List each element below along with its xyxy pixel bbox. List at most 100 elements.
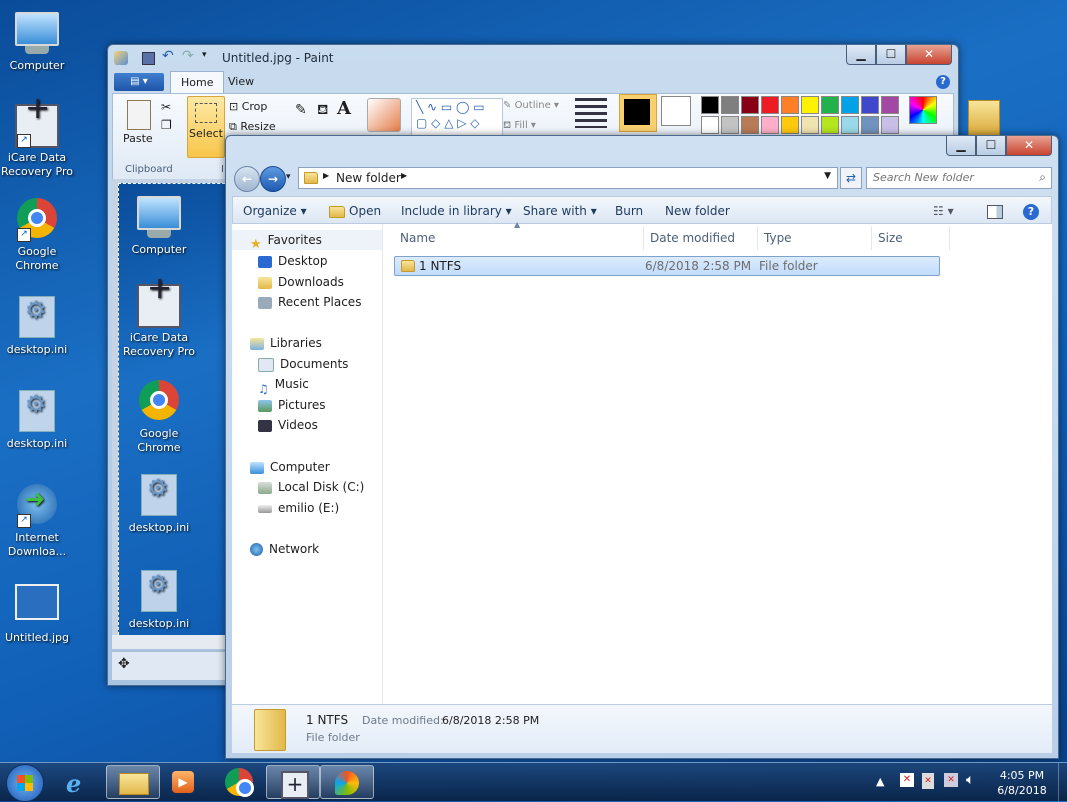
- color-swatch[interactable]: [721, 116, 739, 134]
- desktop-icon-ini-2[interactable]: desktop.ini: [0, 390, 74, 451]
- size-icon[interactable]: [575, 98, 607, 128]
- edit-colors-button[interactable]: [909, 96, 937, 124]
- recent-pages-dropdown-icon[interactable]: ▾: [286, 172, 291, 182]
- nav-pictures[interactable]: Pictures: [258, 395, 326, 415]
- nav-computer[interactable]: Computer: [250, 457, 330, 477]
- nav-emilio-drive[interactable]: emilio (E:): [258, 498, 339, 518]
- help-icon[interactable]: ?: [1023, 197, 1039, 225]
- desktop-icon-icare[interactable]: ↗ iCare Data Recovery Pro: [0, 102, 74, 179]
- desktop-icon-jpg[interactable]: Untitled.jpg: [0, 580, 74, 645]
- color-swatch[interactable]: [861, 116, 879, 134]
- maximize-button[interactable]: ☐: [876, 45, 906, 65]
- taskbar-media-player[interactable]: ▶: [158, 765, 212, 799]
- navigation-pane[interactable]: ★ Favorites Desktop Downloads Recent Plac…: [232, 224, 383, 704]
- help-icon[interactable]: ?: [936, 75, 950, 89]
- network-status-icon[interactable]: ✕: [944, 773, 958, 787]
- minimize-button[interactable]: ▁: [946, 136, 976, 156]
- color-swatch[interactable]: [841, 116, 859, 134]
- show-desktop-button[interactable]: [1058, 763, 1067, 801]
- taskbar-explorer[interactable]: [106, 765, 160, 799]
- color1-button[interactable]: [619, 94, 657, 132]
- paint-menu-button[interactable]: ▤ ▾: [114, 73, 164, 91]
- address-text[interactable]: New folder: [336, 171, 401, 185]
- taskbar-chrome[interactable]: [212, 765, 266, 799]
- organize-button[interactable]: Organize ▾: [243, 197, 307, 225]
- text-tool-icon[interactable]: A: [337, 98, 351, 119]
- taskbar-internet-explorer[interactable]: e: [52, 765, 106, 799]
- color-swatch[interactable]: [881, 116, 899, 134]
- fill-dropdown[interactable]: ⛾ Fill ▾: [503, 120, 536, 133]
- include-in-library-button[interactable]: Include in library ▾: [401, 197, 512, 225]
- pencil-icon[interactable]: ✎: [295, 102, 307, 118]
- nav-documents[interactable]: Documents: [258, 354, 348, 374]
- column-header-date[interactable]: Date modified: [644, 226, 758, 250]
- nav-favorites[interactable]: ★ Favorites: [250, 230, 322, 252]
- outline-dropdown[interactable]: ✎ Outline ▾: [503, 100, 559, 111]
- volume-icon[interactable]: 🔈︎: [966, 772, 974, 788]
- color-swatch[interactable]: [701, 116, 719, 134]
- refresh-button[interactable]: ⇄: [840, 167, 862, 189]
- nav-local-disk[interactable]: Local Disk (C:): [258, 477, 364, 497]
- show-hidden-icons-button[interactable]: ▲: [876, 775, 884, 788]
- column-header-type[interactable]: Type: [758, 226, 872, 250]
- new-folder-button[interactable]: New folder: [665, 197, 730, 225]
- color-swatch[interactable]: [761, 116, 779, 134]
- color-swatch[interactable]: [721, 96, 739, 114]
- select-button[interactable]: Select: [187, 96, 225, 158]
- forward-button[interactable]: →: [260, 166, 286, 192]
- start-button[interactable]: [6, 764, 44, 802]
- color-swatch[interactable]: [861, 96, 879, 114]
- color2-button[interactable]: [661, 96, 691, 126]
- nav-downloads[interactable]: Downloads: [258, 272, 344, 292]
- fill-bucket-icon[interactable]: ⛾: [317, 102, 328, 120]
- tab-view[interactable]: View: [218, 71, 264, 93]
- save-icon[interactable]: [142, 52, 155, 65]
- tab-home[interactable]: Home: [170, 71, 225, 94]
- color-swatch[interactable]: [781, 96, 799, 114]
- address-dropdown-icon[interactable]: ▼: [824, 171, 831, 181]
- crop-button[interactable]: ⊡ Crop: [229, 100, 267, 113]
- desktop-icon-computer[interactable]: Computer: [0, 12, 74, 73]
- taskbar-paint[interactable]: [320, 765, 374, 799]
- color-swatch[interactable]: [781, 116, 799, 134]
- taskbar-icare[interactable]: +: [266, 765, 320, 799]
- search-icon[interactable]: ⌕: [1039, 170, 1046, 185]
- column-header-name[interactable]: Name: [394, 226, 644, 250]
- desktop-icon-idm[interactable]: ↗ Internet Downloa...: [0, 484, 74, 559]
- explorer-window[interactable]: ▁ ☐ ✕ ← → ▾ ▶ New folder ▶ ▼ ⇄ ⌕ Organiz…: [225, 135, 1059, 759]
- back-button[interactable]: ←: [234, 166, 260, 192]
- nav-network[interactable]: Network: [250, 539, 319, 559]
- nav-music[interactable]: ♫ Music: [258, 374, 309, 396]
- file-list[interactable]: Name ▲ Date modified Type Size 1 NTFS 6/…: [384, 220, 1052, 704]
- paint-title-bar[interactable]: ↶ ↷ ▾ Untitled.jpg - Paint ▁ ☐ ✕: [108, 45, 958, 71]
- clock[interactable]: 4:05 PM 6/8/2018: [992, 768, 1052, 798]
- maximize-button[interactable]: ☐: [976, 136, 1006, 156]
- color-palette[interactable]: [701, 96, 901, 136]
- color-swatch[interactable]: [761, 96, 779, 114]
- color-swatch[interactable]: [741, 116, 759, 134]
- column-header-size[interactable]: Size: [872, 226, 950, 250]
- minimize-button[interactable]: ▁: [846, 45, 876, 65]
- color-swatch[interactable]: [801, 116, 819, 134]
- action-center-icon[interactable]: ✕: [900, 773, 914, 787]
- open-button[interactable]: Open: [329, 197, 381, 225]
- nav-recent-places[interactable]: Recent Places: [258, 292, 361, 312]
- desktop-icon-ini-1[interactable]: desktop.ini: [0, 296, 74, 357]
- resize-button[interactable]: ⧉ Resize: [229, 120, 276, 134]
- paste-button[interactable]: Paste: [123, 132, 153, 145]
- desktop-icon-chrome[interactable]: ↗ Google Chrome: [0, 198, 74, 273]
- nav-desktop[interactable]: Desktop: [258, 251, 328, 271]
- burn-button[interactable]: Burn: [615, 197, 643, 225]
- nav-videos[interactable]: Videos: [258, 415, 318, 435]
- close-button[interactable]: ✕: [1006, 136, 1052, 156]
- cut-icon[interactable]: ✂: [161, 100, 171, 114]
- color-swatch[interactable]: [821, 96, 839, 114]
- nav-libraries[interactable]: Libraries: [250, 333, 322, 353]
- search-box[interactable]: ⌕: [866, 167, 1052, 189]
- share-with-button[interactable]: Share with ▾: [523, 197, 597, 225]
- color-swatch[interactable]: [701, 96, 719, 114]
- undo-icon[interactable]: ↶: [162, 48, 174, 64]
- color-swatch[interactable]: [841, 96, 859, 114]
- color-swatch[interactable]: [821, 116, 839, 134]
- address-bar[interactable]: ▶ New folder ▶ ▼: [298, 167, 838, 189]
